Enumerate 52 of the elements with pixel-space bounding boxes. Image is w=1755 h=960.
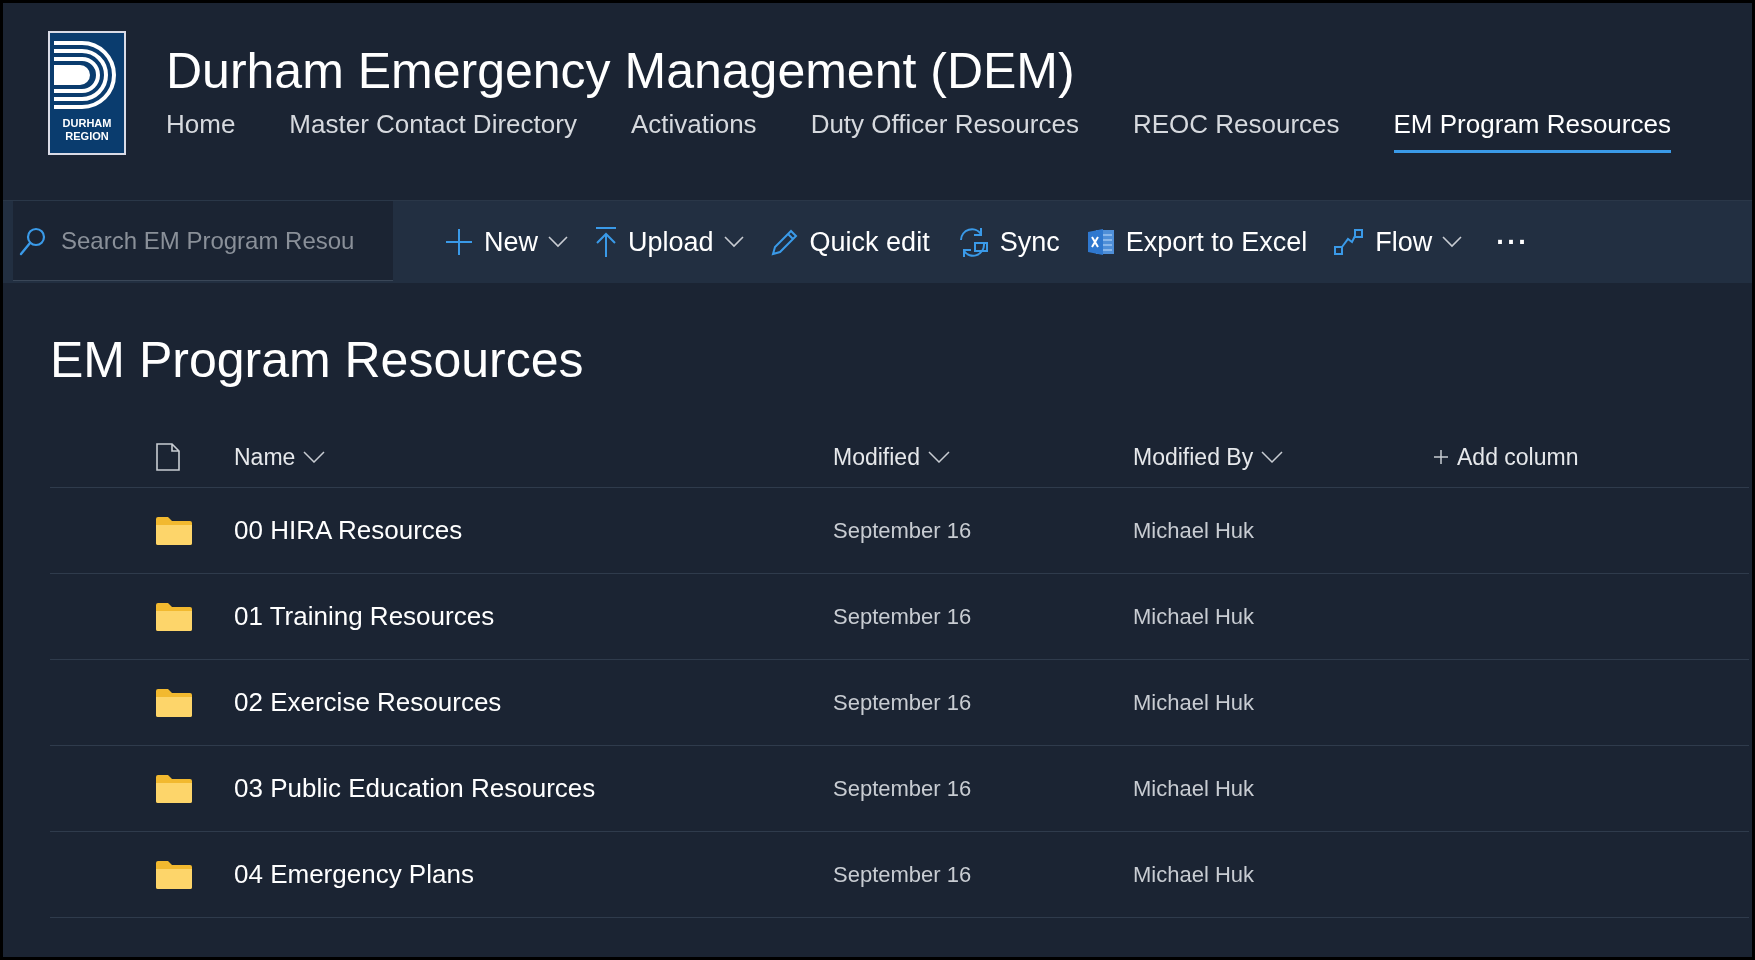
folder-name-link[interactable]: 04 Emergency Plans	[234, 859, 833, 890]
modified-date: September 16	[833, 861, 973, 888]
folder-name-link[interactable]: 00 HIRA Resources	[234, 515, 833, 546]
folder-icon	[155, 687, 193, 718]
folder-icon	[155, 859, 193, 890]
toolbar-button[interactable]: New	[438, 218, 574, 266]
logo-text: DURHAM	[62, 117, 112, 130]
excel-icon	[1085, 227, 1116, 257]
file-type-icon	[155, 442, 181, 472]
add-column-button[interactable]: Add column	[1433, 443, 1579, 471]
folder-icon	[155, 773, 193, 804]
folder-name-link[interactable]: 03 Public Education Resources	[234, 773, 833, 804]
nav-link[interactable]: Duty Officer Resources	[810, 109, 1079, 153]
page-title: EM Program Resources	[50, 331, 585, 389]
plus-icon	[1433, 449, 1449, 465]
site-title: Durham Emergency Management (DEM)	[166, 42, 1076, 101]
nav-link[interactable]: Home	[166, 109, 236, 153]
folder-name-link[interactable]: 01 Training Resources	[234, 601, 833, 632]
column-header[interactable]: Name	[234, 443, 326, 471]
modified-date: September 16	[833, 517, 973, 544]
column-header[interactable]: Modified By	[1133, 443, 1284, 471]
modified-by-name: Michael Huk	[1133, 517, 1256, 544]
folder-icon	[155, 601, 193, 632]
modified-date: September 16	[833, 689, 973, 716]
nav-link[interactable]: Master Contact Directory	[289, 109, 577, 153]
nav-link[interactable]: REOC Resources	[1132, 109, 1340, 153]
modified-by-name: Michael Huk	[1133, 861, 1256, 888]
modified-date: September 16	[833, 775, 973, 802]
flow-icon	[1333, 228, 1366, 256]
search-field[interactable]: Search EM Program Resou	[59, 225, 393, 256]
folder-name-link[interactable]: 02 Exercise Resources	[234, 687, 833, 718]
nav-link[interactable]: Activations	[630, 109, 757, 153]
toolbar-button[interactable]: Flow	[1327, 218, 1469, 266]
more-button[interactable]: ···	[1482, 218, 1536, 266]
logo[interactable]: DURHAM REGION	[48, 31, 126, 155]
logo-text: REGION	[65, 130, 109, 143]
toolbar-button[interactable]: Upload	[588, 218, 750, 266]
column-header[interactable]: Modified	[833, 443, 950, 471]
upload-icon	[594, 226, 618, 258]
folder-icon	[155, 515, 193, 546]
search-icon	[19, 225, 47, 256]
modified-by-name: Michael Huk	[1133, 775, 1256, 802]
plus-icon	[444, 227, 474, 257]
toolbar-button[interactable]: Export to Excel	[1079, 218, 1314, 266]
modified-by-name: Michael Huk	[1133, 689, 1256, 716]
modified-by-name: Michael Huk	[1133, 603, 1256, 630]
toolbar-button[interactable]: Sync	[949, 218, 1066, 266]
modified-date: September 16	[833, 603, 973, 630]
pencil-icon	[769, 227, 800, 257]
toolbar-button[interactable]: Quick edit	[763, 218, 936, 266]
search-box[interactable]: Search EM Program Resou	[13, 201, 393, 281]
nav-link[interactable]: EM Program Resources	[1393, 109, 1671, 153]
